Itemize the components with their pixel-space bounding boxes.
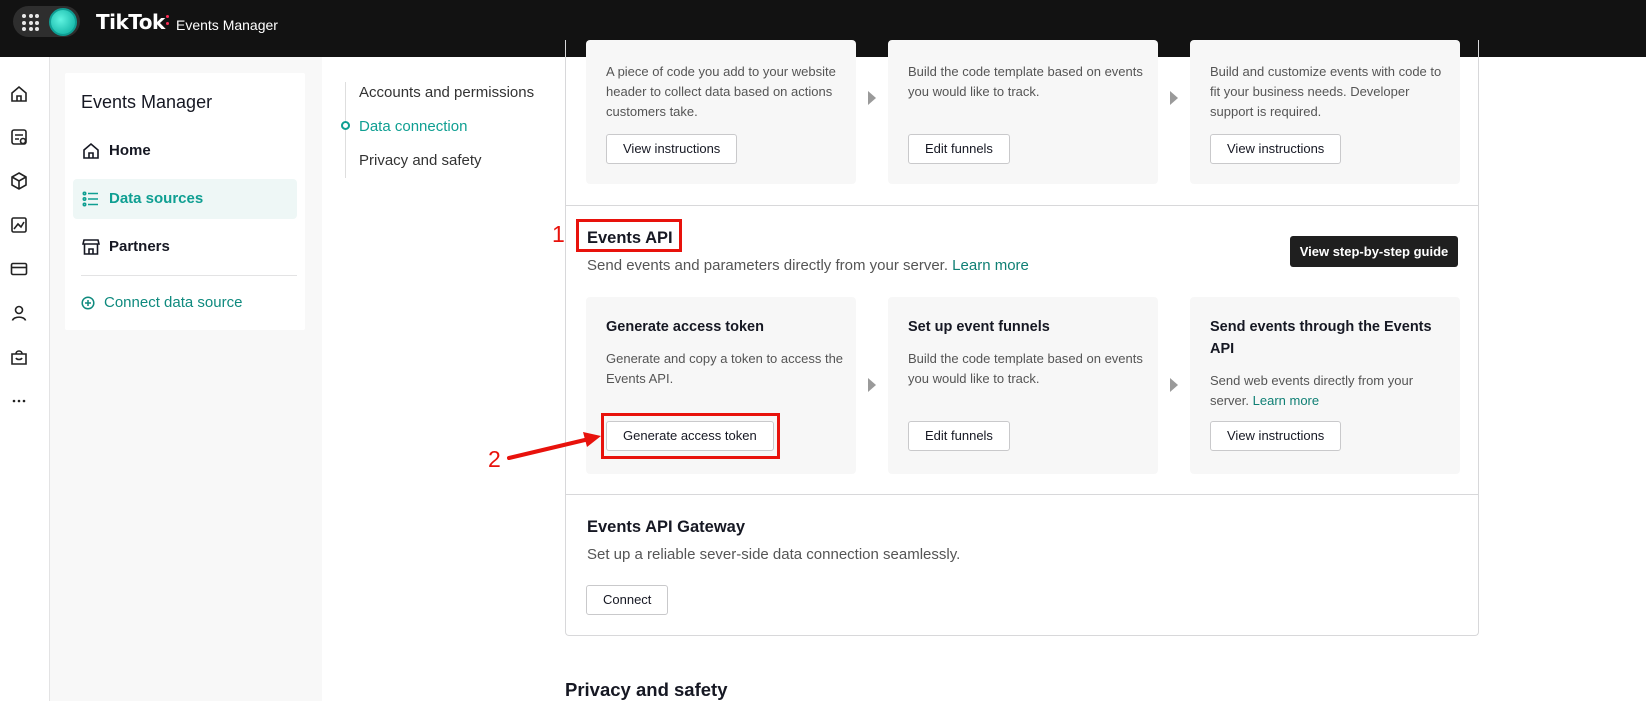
section-divider bbox=[566, 205, 1478, 206]
sidebar-item-partners[interactable]: Partners bbox=[73, 227, 297, 267]
connect-button[interactable]: Connect bbox=[586, 585, 669, 615]
highlight-events-api bbox=[576, 219, 682, 252]
sidebar-divider bbox=[81, 275, 297, 276]
connect-data-source-label: Connect data source bbox=[104, 294, 243, 311]
card-description: Build the code template based on events … bbox=[908, 64, 1143, 99]
account-orb-icon[interactable] bbox=[49, 8, 77, 36]
card-description: Build and customize events with code to … bbox=[1210, 64, 1442, 119]
highlight-generate-token bbox=[601, 413, 780, 459]
sidebar-item-label: Partners bbox=[109, 238, 170, 255]
sidebar-item-label: Home bbox=[109, 142, 151, 159]
more-icon[interactable] bbox=[9, 391, 29, 411]
subnav-data-connection[interactable]: Data connection bbox=[359, 118, 467, 135]
annotation-step-1: 1 bbox=[552, 221, 565, 247]
plus-circle-icon bbox=[81, 296, 95, 310]
sidebar-title: Events Manager bbox=[81, 92, 213, 112]
card-title: Send events through the Events API bbox=[1210, 319, 1432, 357]
analytics-icon[interactable] bbox=[9, 215, 29, 235]
api-card-send-events: Send events through the Events API Send … bbox=[1190, 297, 1460, 474]
pixel-card-1: A piece of code you add to your website … bbox=[586, 40, 856, 184]
step-arrow-icon bbox=[1170, 378, 1178, 392]
payment-icon[interactable] bbox=[9, 259, 29, 279]
learn-more-link[interactable]: Learn more bbox=[952, 257, 1029, 274]
logo-colon-icon bbox=[166, 14, 170, 26]
left-rail bbox=[0, 57, 50, 701]
shop-icon[interactable] bbox=[9, 347, 29, 367]
campaign-icon[interactable] bbox=[9, 127, 29, 147]
apps-grid-icon[interactable] bbox=[22, 14, 39, 31]
user-icon[interactable] bbox=[9, 303, 29, 323]
gateway-title: Events API Gateway bbox=[587, 518, 746, 536]
view-instructions-button[interactable]: View instructions bbox=[606, 134, 738, 164]
card-description: Send web events directly from your serve… bbox=[1210, 371, 1450, 411]
sidebar-item-data-sources[interactable]: Data sources bbox=[73, 179, 297, 219]
list-icon bbox=[82, 190, 100, 208]
catalog-icon[interactable] bbox=[9, 171, 29, 191]
privacy-safety-heading: Privacy and safety bbox=[565, 679, 728, 700]
annotation-step-2: 2 bbox=[488, 446, 501, 472]
subnav-accounts-permissions[interactable]: Accounts and permissions bbox=[359, 84, 534, 101]
sidebar-item-home[interactable]: Home bbox=[73, 131, 297, 171]
card-description: A piece of code you add to your website … bbox=[606, 64, 836, 119]
subnav-track bbox=[345, 82, 346, 178]
pixel-card-3: Build and customize events with code to … bbox=[1190, 40, 1460, 184]
step-arrow-icon bbox=[868, 378, 876, 392]
step-arrow-icon bbox=[1170, 91, 1178, 105]
edit-funnels-button[interactable]: Edit funnels bbox=[908, 134, 1010, 164]
view-step-by-step-guide-button[interactable]: View step-by-step guide bbox=[1290, 236, 1458, 267]
api-card-event-funnels: Set up event funnels Build the code temp… bbox=[888, 297, 1158, 474]
card-description: Generate and copy a token to access the … bbox=[606, 351, 844, 386]
learn-more-link[interactable]: Learn more bbox=[1253, 393, 1319, 408]
view-instructions-button[interactable]: View instructions bbox=[1210, 421, 1342, 451]
app-switcher[interactable] bbox=[13, 6, 80, 37]
sidebar-item-label: Data sources bbox=[109, 190, 204, 207]
step-arrow-icon bbox=[868, 91, 876, 105]
edit-funnels-button[interactable]: Edit funnels bbox=[908, 421, 1010, 451]
card-title: Set up event funnels bbox=[908, 319, 1050, 335]
events-api-subtitle-text: Send events and parameters directly from… bbox=[587, 257, 948, 274]
subnav-active-dot bbox=[341, 121, 350, 130]
home-icon[interactable] bbox=[9, 84, 29, 104]
pixel-card-2: Build the code template based on events … bbox=[888, 40, 1158, 184]
events-api-subtitle: Send events and parameters directly from… bbox=[587, 257, 1029, 274]
product-name: Events Manager bbox=[176, 17, 278, 33]
gateway-subtitle: Set up a reliable sever-side data connec… bbox=[587, 546, 961, 563]
card-title: Generate access token bbox=[606, 319, 764, 335]
tiktok-logo[interactable]: TikTok bbox=[96, 10, 165, 34]
subnav-privacy-safety[interactable]: Privacy and safety bbox=[359, 152, 482, 169]
view-instructions-button[interactable]: View instructions bbox=[1210, 134, 1342, 164]
card-description: Build the code template based on events … bbox=[908, 351, 1143, 386]
section-divider bbox=[566, 494, 1478, 495]
store-icon bbox=[81, 238, 101, 256]
home-icon bbox=[82, 142, 100, 160]
annotation-arrow-icon bbox=[507, 432, 601, 460]
